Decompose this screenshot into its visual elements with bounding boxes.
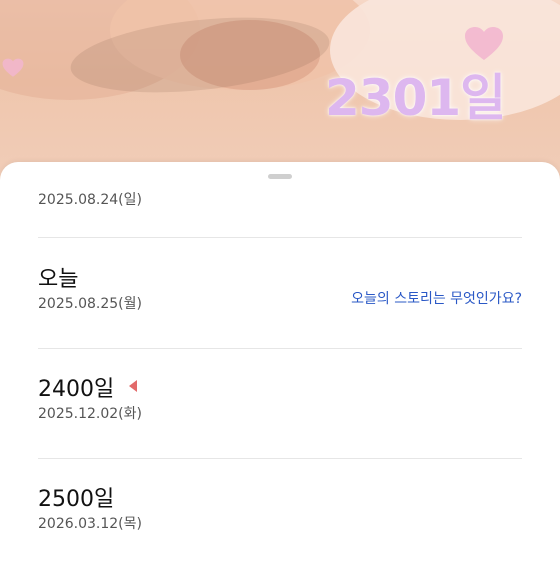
timeline-item-2500[interactable]: 2500일 2026.03.12(목) — [38, 486, 522, 534]
hero-photo: 2301일 — [0, 0, 560, 180]
sheet-drag-handle[interactable] — [268, 174, 292, 179]
divider — [38, 237, 522, 238]
item-date: 2026.03.12(목) — [38, 516, 142, 532]
heart-icon — [2, 58, 24, 77]
divider — [38, 348, 522, 349]
item-date: 2025.08.24(일) — [38, 192, 142, 208]
item-title: 2400일 — [38, 377, 115, 402]
timeline-item-today[interactable]: 오늘 2025.08.25(월) 오늘의 스토리는 무엇인가요? — [38, 266, 522, 314]
item-title: 오늘 — [38, 267, 79, 292]
triangle-marker-icon — [129, 380, 138, 392]
divider — [38, 458, 522, 459]
timeline-item-past[interactable]: 2025.08.24(일) — [38, 190, 522, 210]
today-story-link[interactable]: 오늘의 스토리는 무엇인가요? — [351, 288, 522, 308]
item-date: 2025.12.02(화) — [38, 406, 142, 422]
dday-count-badge: 2301일 — [325, 69, 506, 127]
bottom-sheet[interactable]: 2025.08.24(일) 오늘 2025.08.25(월) 오늘의 스토리는 … — [0, 162, 560, 582]
item-title: 2500일 — [38, 487, 115, 512]
heart-icon — [465, 27, 503, 60]
timeline-item-2400[interactable]: 2400일 2025.12.02(화) — [38, 376, 522, 424]
